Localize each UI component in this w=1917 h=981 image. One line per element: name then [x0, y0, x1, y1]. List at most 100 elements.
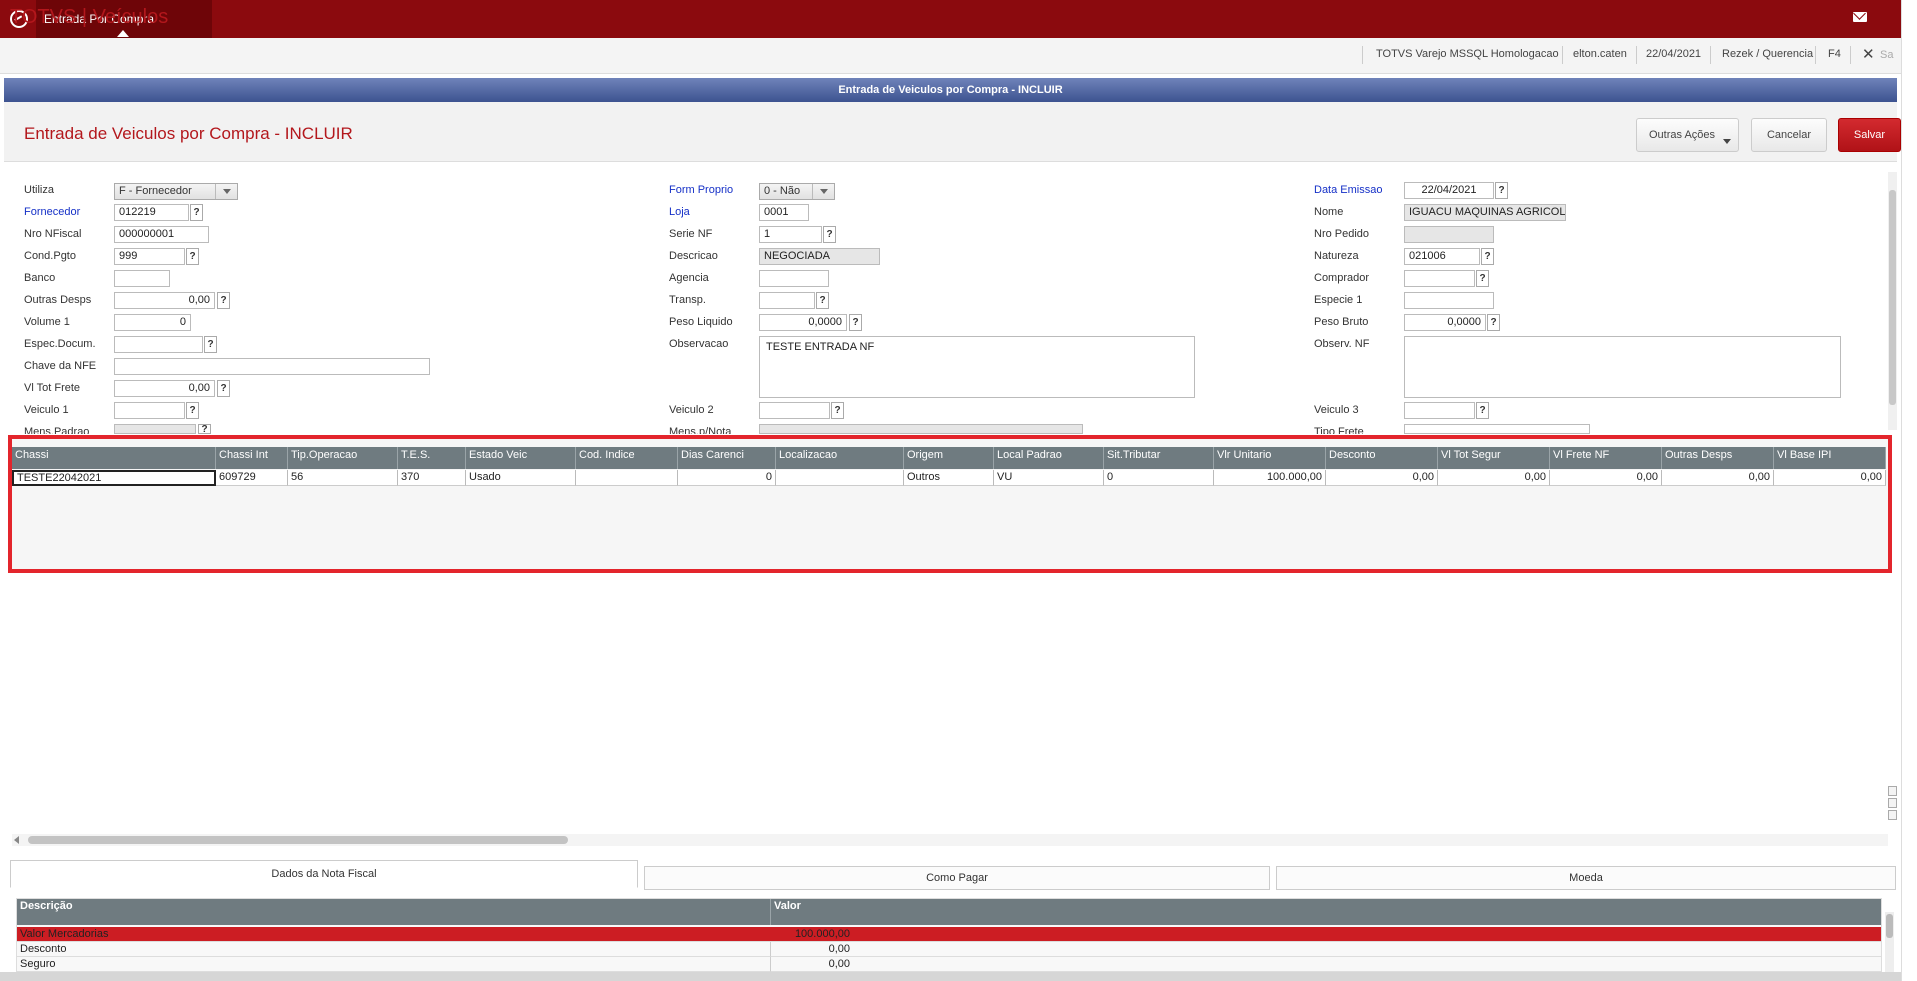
user-label[interactable]: elton.caten	[1573, 48, 1627, 60]
summary-row-label[interactable]: Valor Mercadorias	[17, 927, 770, 942]
grid-cell[interactable]: 0,00	[1662, 470, 1774, 486]
observ-nf-textarea[interactable]	[1404, 336, 1841, 398]
form-scrollbar-thumb[interactable]	[1889, 190, 1896, 405]
transp-input[interactable]	[759, 292, 815, 309]
tab-moeda[interactable]: Moeda	[1276, 866, 1896, 890]
grid-header-local-padrao[interactable]: Local Padrao	[994, 447, 1104, 469]
grid-header-desconto[interactable]: Desconto	[1326, 447, 1438, 469]
summary-row-label[interactable]: Desconto	[17, 942, 770, 957]
save-button[interactable]: Salvar	[1838, 118, 1901, 152]
grid-cell[interactable]: 0	[1104, 470, 1214, 486]
grid-header-tip-operacao[interactable]: Tip.Operacao	[288, 447, 398, 469]
grid-cell[interactable]: VU	[994, 470, 1104, 486]
espec-docum-lookup-button[interactable]: ?	[204, 336, 217, 353]
peso-liquido-lookup-button[interactable]: ?	[849, 314, 862, 331]
volume1-input[interactable]: 0	[114, 314, 191, 331]
company-label[interactable]: Rezek / Querencia	[1722, 48, 1813, 60]
grid-cell[interactable]: 0,00	[1774, 470, 1886, 486]
tab-como-pagar[interactable]: Como Pagar	[644, 866, 1270, 890]
nro-nfiscal-input[interactable]: 000000001	[114, 226, 209, 243]
data-emissao-label[interactable]: Data Emissao	[1314, 184, 1382, 196]
mens-p-nota-input[interactable]	[759, 424, 1083, 434]
grid-cell[interactable]	[776, 470, 904, 486]
data-emissao-calendar-button[interactable]: ?	[1495, 182, 1508, 199]
nome-input[interactable]: IGUACU MAQUINAS AGRICOLA	[1404, 204, 1566, 221]
grid-header-vl-base-ipi[interactable]: Vl Base IPI	[1774, 447, 1886, 469]
summary-row-value[interactable]: 0,00	[770, 942, 1881, 957]
cond-pgto-lookup-button[interactable]: ?	[186, 248, 199, 265]
veiculo1-input[interactable]	[114, 402, 185, 419]
grid-cell[interactable]: 370	[398, 470, 466, 486]
especie1-input[interactable]	[1404, 292, 1494, 309]
grid-cell[interactable]: TESTE22042021	[12, 470, 216, 486]
mens-padrao-input[interactable]	[114, 424, 196, 434]
cancel-button[interactable]: Cancelar	[1751, 118, 1827, 152]
summary-row-value[interactable]: 100.000,00	[770, 927, 1881, 942]
veiculo3-lookup-button[interactable]: ?	[1476, 402, 1489, 419]
veiculo1-lookup-button[interactable]: ?	[186, 402, 199, 419]
comprador-lookup-button[interactable]: ?	[1476, 270, 1489, 287]
grid-cell[interactable]: 100.000,00	[1214, 470, 1326, 486]
grid-cell[interactable]: 609729	[216, 470, 288, 486]
summary-header-valor[interactable]: Valor	[770, 899, 1881, 925]
grid-cell[interactable]: Outros	[904, 470, 994, 486]
shortcut-label[interactable]: F4	[1828, 48, 1841, 60]
grid-cell[interactable]: Usado	[466, 470, 576, 486]
veiculo2-lookup-button[interactable]: ?	[831, 402, 844, 419]
loja-label[interactable]: Loja	[669, 206, 690, 218]
natureza-lookup-button[interactable]: ?	[1481, 248, 1494, 265]
grid-header-dias-carenci[interactable]: Dias Carenci	[678, 447, 776, 469]
fornecedor-label[interactable]: Fornecedor	[24, 206, 80, 218]
grid-horizontal-scrollbar-thumb[interactable]	[28, 836, 568, 844]
grid-header-origem[interactable]: Origem	[904, 447, 994, 469]
grid-cell[interactable]	[576, 470, 678, 486]
grid-cell[interactable]: 0	[678, 470, 776, 486]
natureza-input[interactable]: 021006	[1404, 248, 1480, 265]
grid-cell[interactable]: 0,00	[1438, 470, 1550, 486]
veiculo3-input[interactable]	[1404, 402, 1475, 419]
mens-padrao-lookup-button[interactable]: ?	[198, 424, 211, 434]
summary-row-value[interactable]: 0,00	[770, 957, 1881, 972]
close-icon[interactable]: ✕	[1862, 45, 1875, 63]
transp-lookup-button[interactable]: ?	[816, 292, 829, 309]
veiculo2-input[interactable]	[759, 402, 830, 419]
grid-horizontal-scrollbar[interactable]	[12, 834, 1888, 846]
grid-cell[interactable]: 0,00	[1550, 470, 1662, 486]
grid-cell[interactable]: 56	[288, 470, 398, 486]
grid-header-vlr-unitario[interactable]: Vlr Unitario	[1214, 447, 1326, 469]
data-emissao-input[interactable]: 22/04/2021	[1404, 182, 1494, 199]
nro-pedido-input[interactable]	[1404, 226, 1494, 243]
utiliza-select[interactable]: F - Fornecedor	[114, 183, 238, 200]
peso-liquido-input[interactable]: 0,0000	[759, 314, 847, 331]
environment-label[interactable]: TOTVS Varejo MSSQL Homologacao	[1376, 48, 1559, 60]
fornecedor-lookup-button[interactable]: ?	[190, 204, 203, 221]
grid-header-localizacao[interactable]: Localizacao	[776, 447, 904, 469]
summary-row-label[interactable]: Seguro	[17, 957, 770, 972]
form-proprio-select[interactable]: 0 - Não	[759, 183, 835, 200]
tab-dados-nota-fiscal[interactable]: Dados da Nota Fiscal	[10, 860, 638, 888]
vl-tot-frete-lookup-button[interactable]: ?	[217, 380, 230, 397]
summary-grid[interactable]: Descrição Valor Valor Mercadorias 100.00…	[16, 898, 1882, 981]
grid-header-chassi-int[interactable]: Chassi Int	[216, 447, 288, 469]
observacao-textarea[interactable]: TESTE ENTRADA NF	[759, 336, 1195, 398]
form-scrollbar[interactable]	[1888, 172, 1897, 430]
grid-header-outras-desps[interactable]: Outras Desps	[1662, 447, 1774, 469]
grid-header-cod-indice[interactable]: Cod. Indice	[576, 447, 678, 469]
outras-desps-input[interactable]: 0,00	[114, 292, 215, 309]
summary-header-descricao[interactable]: Descrição	[17, 899, 770, 925]
mail-icon[interactable]	[1853, 12, 1867, 22]
cond-pgto-input[interactable]: 999	[114, 248, 185, 265]
grid-header-estado-veic[interactable]: Estado Veic	[466, 447, 576, 469]
tipo-frete-select[interactable]	[1404, 424, 1590, 434]
grid-header-sit-tributar[interactable]: Sit.Tributar	[1104, 447, 1214, 469]
serie-nf-lookup-button[interactable]: ?	[823, 226, 836, 243]
grid-header-vl-tot-segur[interactable]: Vl Tot Segur	[1438, 447, 1550, 469]
scroll-page-down-button[interactable]	[1888, 810, 1897, 820]
grid-header-chassi[interactable]: Chassi	[12, 447, 216, 469]
comprador-input[interactable]	[1404, 270, 1475, 287]
grid-cell[interactable]: 0,00	[1326, 470, 1438, 486]
descricao-input[interactable]: NEGOCIADA	[759, 248, 880, 265]
summary-scrollbar-thumb[interactable]	[1886, 914, 1893, 938]
scroll-up-button[interactable]	[1888, 786, 1897, 796]
other-actions-button[interactable]: Outras Ações	[1636, 118, 1739, 152]
